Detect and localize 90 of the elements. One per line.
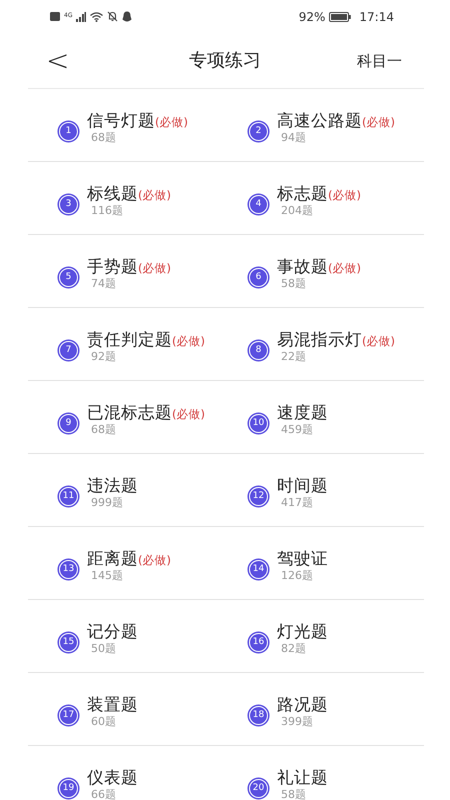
category-item[interactable]: 5 手势题(必做) 74题 [28,235,226,307]
category-title: 装置题 [87,695,138,716]
category-title: 路况题 [277,695,328,716]
question-count: 145题 [90,569,124,584]
number-badge: 20 [249,779,268,798]
required-label: (必做) [138,260,171,278]
signal-icon [76,12,86,22]
category-item[interactable]: 1 信号灯题(必做) 68题 [28,89,226,161]
required-label: (必做) [172,406,205,424]
page-title: 专项练习 [189,49,261,73]
required-label: (必做) [328,187,361,204]
category-title: 已混标志题 [87,403,172,424]
number-badge: 4 [249,195,268,214]
question-count: 66题 [90,788,117,800]
question-count: 399题 [280,715,314,730]
required-label: (必做) [172,333,205,350]
number-badge: 15 [59,633,78,652]
category-title: 灯光题 [277,622,328,642]
category-title: 标志题 [277,184,328,204]
required-label: (必做) [362,114,395,132]
category-title: 易混指示灯 [277,330,362,350]
category-item[interactable]: 9 已混标志题(必做) 68题 [28,381,226,453]
question-count: 58题 [280,277,307,292]
number-badge: 17 [59,706,78,725]
wifi-icon [90,12,104,22]
question-count: 94题 [280,131,307,146]
question-count: 116题 [90,204,124,219]
number-badge: 18 [249,706,268,725]
category-title: 记分题 [87,622,138,642]
category-title: 驾驶证 [277,549,328,570]
category-title: 事故题 [277,257,328,278]
number-badge: 2 [249,122,268,141]
question-count: 999题 [90,496,124,511]
category-title: 信号灯题 [87,111,155,132]
question-count: 204题 [280,204,314,219]
number-badge: 10 [249,414,268,433]
number-badge: 9 [59,414,78,433]
question-count: 58题 [280,788,307,800]
category-title: 手势题 [87,257,138,278]
category-title: 礼让题 [277,768,328,788]
status-time: 17:14 [359,8,394,26]
question-count: 126题 [280,569,314,584]
number-badge: 16 [249,633,268,652]
question-count: 417题 [280,496,314,511]
required-label: (必做) [362,333,395,350]
category-item[interactable]: 4 标志题(必做) 204题 [226,162,424,234]
category-item[interactable]: 6 事故题(必做) 58题 [226,235,424,307]
number-badge: 11 [59,487,78,506]
number-badge: 5 [59,268,78,287]
category-title: 时间题 [277,476,328,496]
question-count: 68题 [90,423,117,438]
question-count: 74题 [90,277,117,292]
category-item[interactable]: 13 距离题(必做) 145题 [28,527,226,599]
question-count: 82题 [280,642,307,657]
category-item[interactable]: 7 责任判定题(必做) 92题 [28,308,226,380]
category-title: 仪表题 [87,768,138,788]
number-badge: 1 [59,122,78,141]
penguin-icon [122,11,132,22]
mute-bell-icon [107,11,118,22]
category-item[interactable]: 3 标线题(必做) 116题 [28,162,226,234]
number-badge: 8 [249,341,268,360]
required-label: (必做) [155,114,188,132]
question-count: 60题 [90,715,117,730]
category-title: 高速公路题 [277,111,362,132]
required-label: (必做) [138,552,171,570]
battery-percent: 92% [298,8,326,26]
subject-button[interactable]: 科目一 [357,50,402,72]
question-count: 459题 [280,423,314,438]
back-button[interactable]: < [40,46,76,74]
category-title: 违法题 [87,476,138,496]
question-count: 22题 [280,350,307,365]
question-count: 50题 [90,642,117,657]
category-title: 距离题 [87,549,138,570]
required-label: (必做) [328,260,361,278]
number-badge: 7 [59,341,78,360]
number-badge: 13 [59,560,78,579]
number-badge: 12 [249,487,268,506]
number-badge: 14 [249,560,268,579]
category-item[interactable]: 8 易混指示灯(必做) 22题 [226,308,424,380]
category-title: 标线题 [87,184,138,204]
category-title: 责任判定题 [87,330,172,350]
number-badge: 19 [59,779,78,798]
category-item[interactable]: 2 高速公路题(必做) 94题 [226,89,424,161]
question-count: 68题 [90,131,117,146]
required-label: (必做) [138,187,171,204]
battery-icon [329,12,352,22]
number-badge: 3 [59,195,78,214]
number-badge: 6 [249,268,268,287]
category-title: 速度题 [277,403,328,424]
question-count: 92题 [90,350,117,365]
